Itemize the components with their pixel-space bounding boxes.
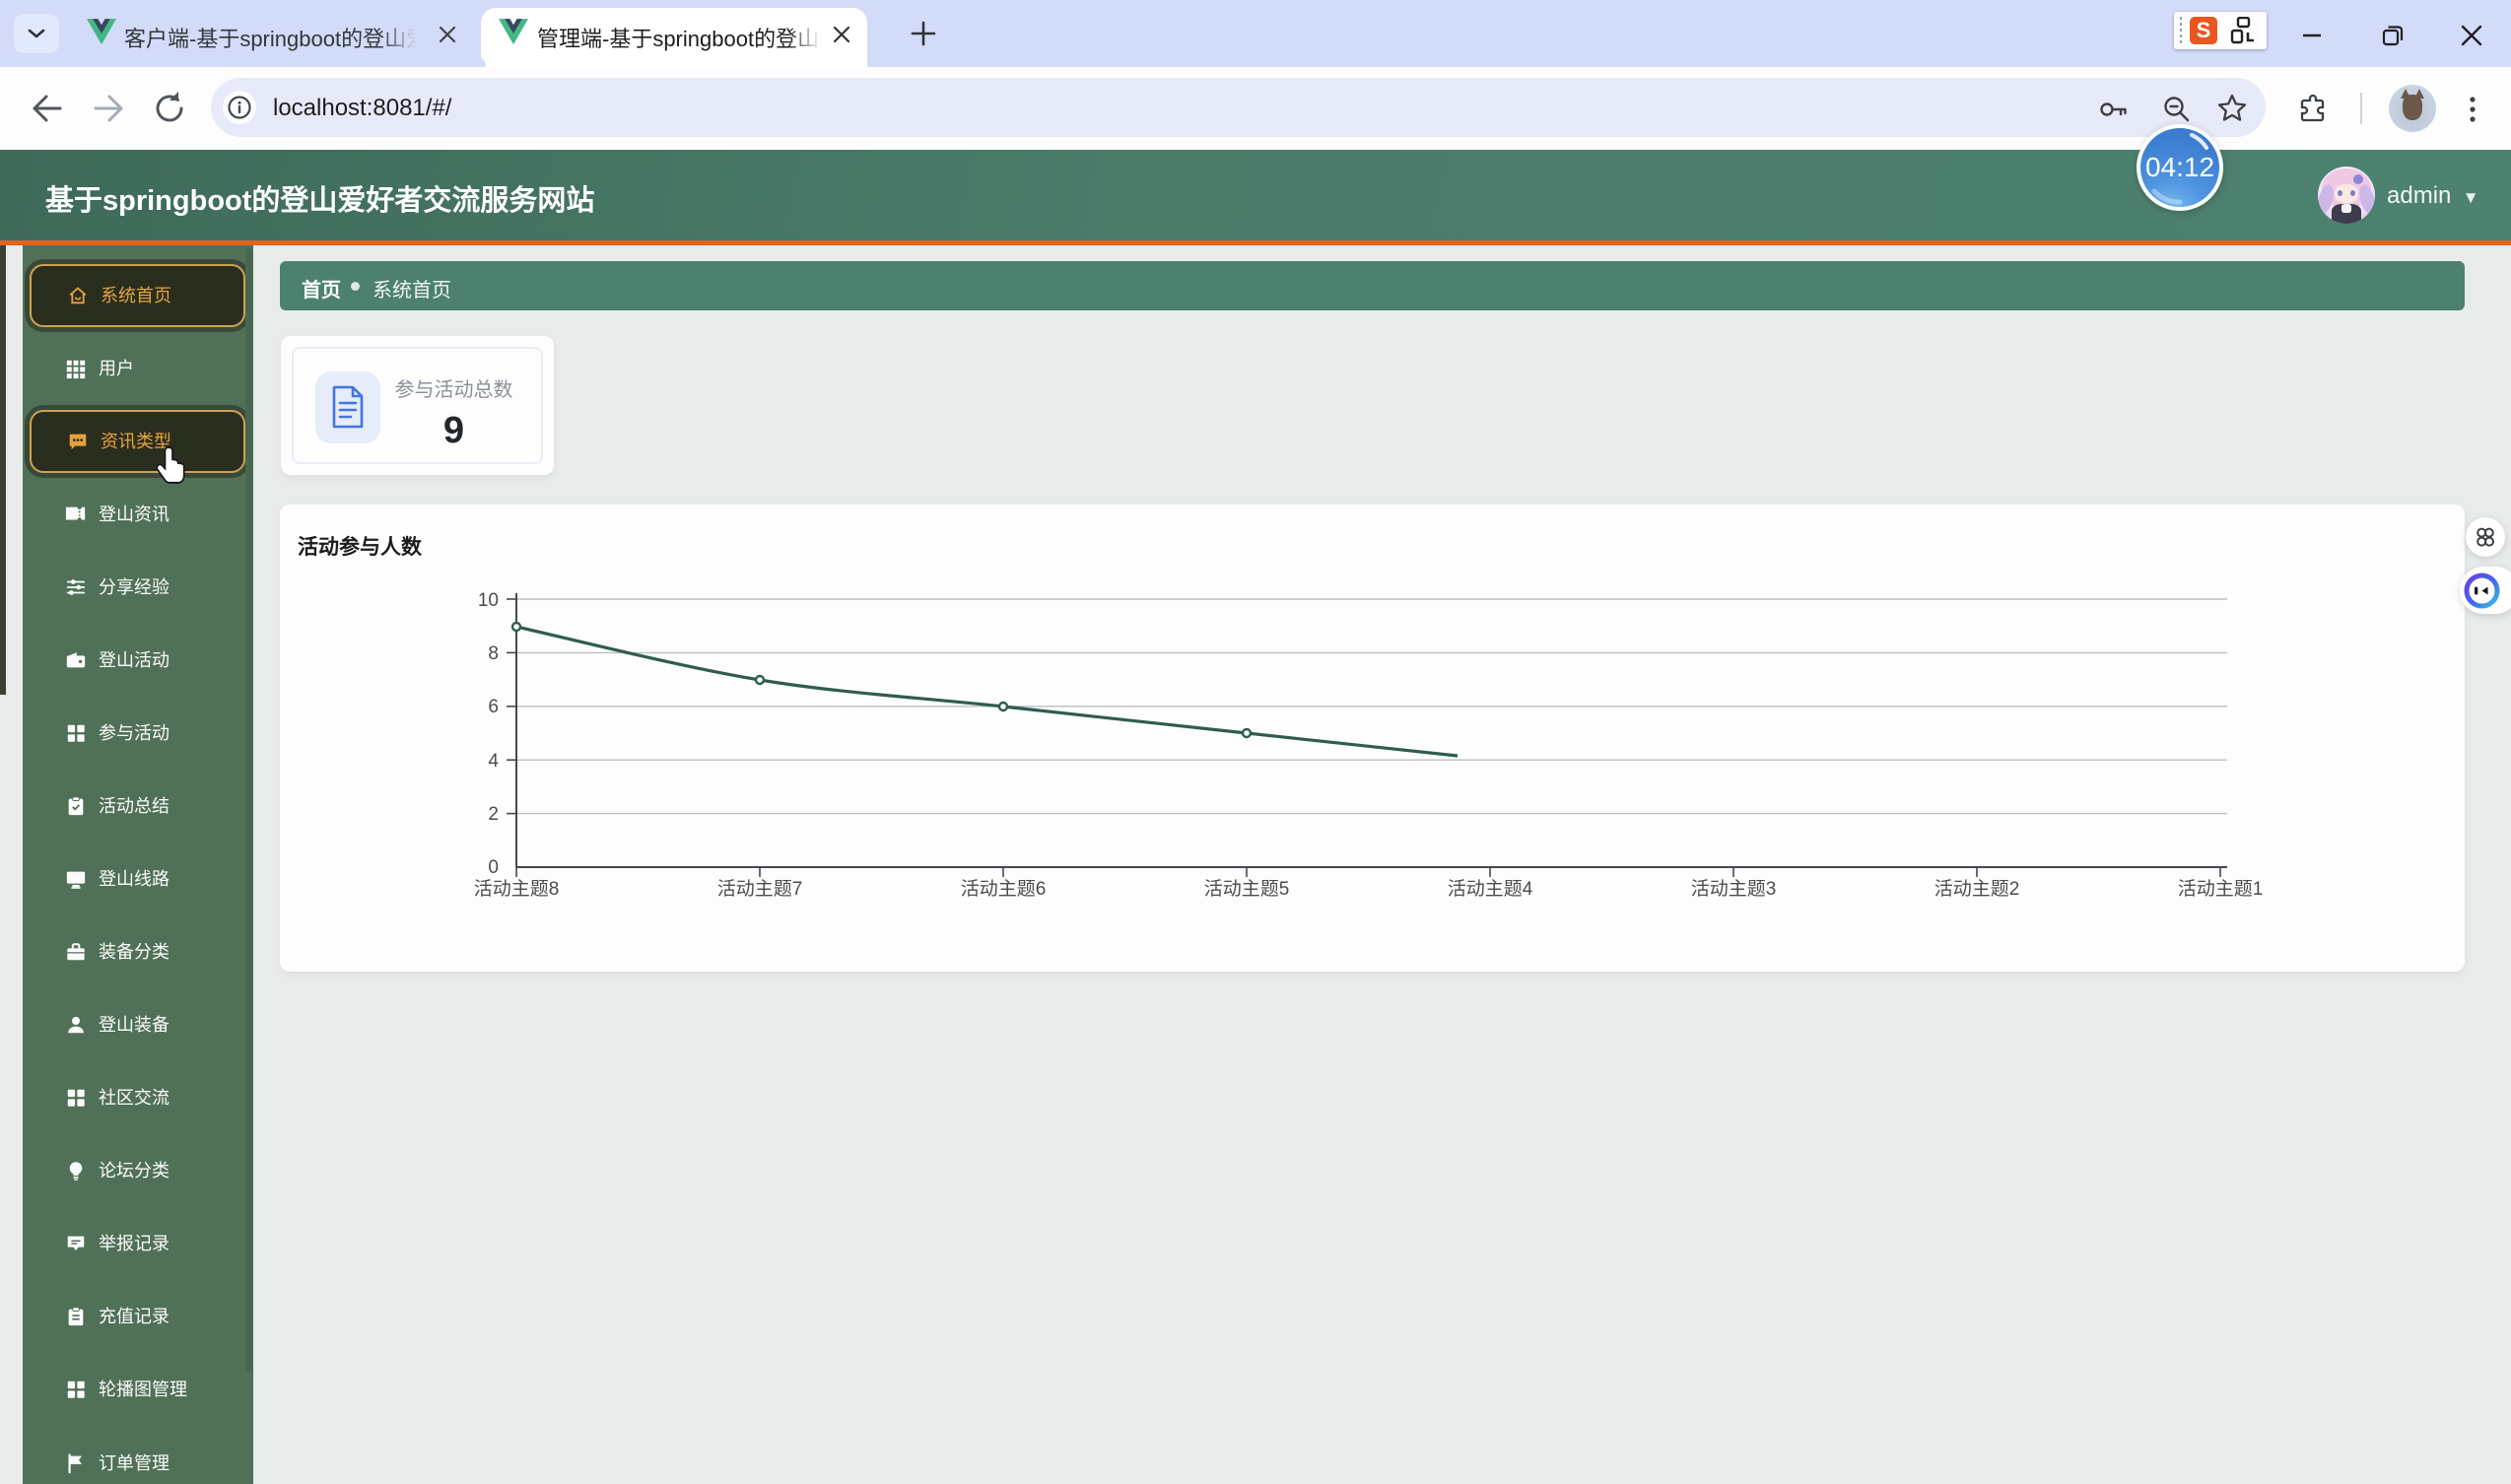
svg-text:活动主题7: 活动主题7: [717, 878, 803, 900]
svg-text:活动主题4: 活动主题4: [1448, 878, 1533, 900]
svg-text:活动主题5: 活动主题5: [1204, 878, 1290, 900]
svg-text:活动主题3: 活动主题3: [1691, 878, 1777, 900]
svg-text:活动主题8: 活动主题8: [474, 878, 560, 900]
svg-text:10: 10: [478, 590, 499, 611]
svg-text:0: 0: [488, 857, 499, 878]
svg-text:活动主题2: 活动主题2: [1934, 878, 2020, 900]
svg-text:活动主题1: 活动主题1: [2178, 878, 2264, 900]
svg-text:2: 2: [488, 804, 499, 825]
svg-text:8: 8: [488, 643, 499, 664]
svg-text:6: 6: [488, 697, 499, 717]
svg-text:4: 4: [488, 751, 499, 772]
svg-text:活动主题6: 活动主题6: [961, 878, 1047, 900]
